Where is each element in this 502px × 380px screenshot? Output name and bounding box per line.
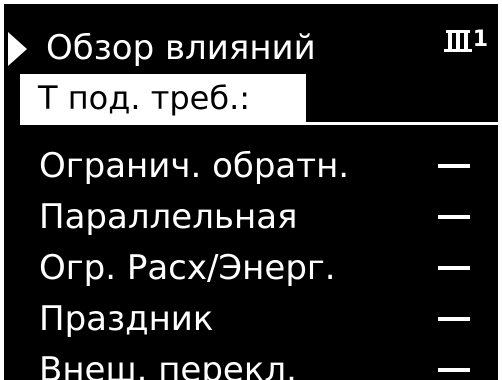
heating-circuit-icon bbox=[443, 28, 472, 52]
influence-row-flow-energy-limit[interactable]: Огр. Расх/Энерг. — bbox=[4, 243, 498, 294]
influence-row-holiday[interactable]: Праздник — bbox=[4, 294, 498, 345]
circuit-number: 1 bbox=[472, 27, 488, 52]
influence-value-dash: — bbox=[438, 368, 470, 372]
menu-title: Обзор влияний bbox=[46, 28, 316, 68]
influence-label: Огр. Расх/Энерг. bbox=[39, 248, 336, 288]
influence-value-dash: — bbox=[438, 164, 470, 168]
influence-value-dash: — bbox=[438, 266, 470, 270]
influence-value-dash: — bbox=[438, 215, 470, 219]
influence-row-return-limit[interactable]: Огранич. обратн. — bbox=[4, 141, 498, 192]
influence-list: Огранич. обратн. — Параллельная — Огр. Р… bbox=[4, 141, 498, 380]
influence-value-dash: — bbox=[438, 317, 470, 321]
influence-row-external-override[interactable]: Внеш. перекл. — bbox=[4, 345, 498, 380]
influence-label: Внеш. перекл. bbox=[39, 350, 297, 380]
influence-label: Параллельная bbox=[39, 197, 298, 237]
menu-header: Обзор влияний 1 bbox=[4, 24, 498, 72]
influence-label: Праздник bbox=[39, 299, 214, 339]
influence-row-parallel[interactable]: Параллельная — bbox=[4, 192, 498, 243]
divider bbox=[20, 122, 498, 125]
subheader: Т под. треб.: bbox=[4, 74, 498, 130]
display-frame: Обзор влияний 1 Т под. треб.: Огранич. о… bbox=[0, 0, 502, 380]
selection-pointer-icon bbox=[8, 32, 27, 66]
flow-temp-demand-label: Т под. треб.: bbox=[20, 74, 306, 122]
circuit-indicator: 1 bbox=[443, 26, 488, 54]
influence-label: Огранич. обратн. bbox=[39, 146, 350, 186]
lcd-screen: Обзор влияний 1 Т под. треб.: Огранич. о… bbox=[4, 4, 498, 380]
